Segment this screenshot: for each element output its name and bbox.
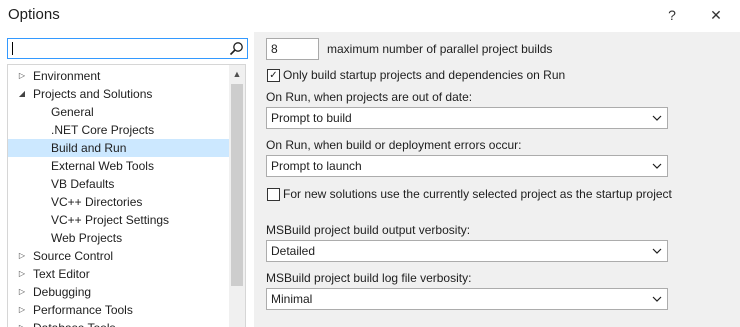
tree-item-label: VC++ Project Settings (51, 213, 170, 227)
tree-item-label: External Web Tools (51, 159, 154, 173)
expand-arrow-icon[interactable]: ▷ (17, 247, 27, 265)
expand-arrow-icon[interactable]: ▷ (17, 67, 27, 85)
chevron-down-icon (652, 248, 662, 254)
parallel-builds-label: maximum number of parallel project build… (327, 42, 553, 56)
search-input[interactable] (7, 38, 248, 59)
build-errors-value: Prompt to launch (271, 159, 362, 173)
scroll-up-icon[interactable]: ▲ (229, 67, 245, 81)
tree-item[interactable]: Web Projects (8, 229, 230, 247)
expand-arrow-icon[interactable]: ▷ (17, 283, 27, 301)
new-solutions-label: For new solutions use the currently sele… (283, 187, 672, 201)
output-verbosity-select[interactable]: Detailed (266, 240, 668, 262)
tree-item[interactable]: ▷ Source Control (8, 247, 230, 265)
expand-arrow-icon (31, 229, 41, 247)
build-errors-label: On Run, when build or deployment errors … (266, 138, 522, 152)
window-title: Options (8, 6, 60, 23)
only-startup-checkbox[interactable]: ✓ (267, 69, 280, 82)
tree-item-label: Build and Run (51, 141, 127, 155)
tree-item[interactable]: Build and Run (8, 139, 230, 157)
tree-item[interactable]: ▷ Performance Tools (8, 301, 230, 319)
tree-items: ▷ Environment ◢ Projects and Solutions Gener… (8, 67, 230, 327)
new-solutions-checkbox[interactable] (267, 188, 280, 201)
collapse-arrow-icon[interactable]: ◢ (17, 85, 27, 103)
tree-item-label: VB Defaults (51, 177, 115, 191)
tree-item-label: Projects and Solutions (33, 87, 153, 101)
out-of-date-select[interactable]: Prompt to build (266, 107, 668, 129)
text-caret (12, 42, 13, 55)
chevron-down-icon (652, 115, 662, 121)
tree-item-label: Performance Tools (33, 303, 133, 317)
expand-arrow-icon[interactable]: ▷ (17, 301, 27, 319)
log-verbosity-label: MSBuild project build log file verbosity… (266, 271, 472, 285)
chevron-down-icon (652, 163, 662, 169)
options-tree: ▷ Environment ◢ Projects and Solutions Gener… (7, 64, 246, 327)
expand-arrow-icon (31, 175, 41, 193)
output-verbosity-label: MSBuild project build output verbosity: (266, 223, 471, 237)
tree-item[interactable]: ▷ Environment (8, 67, 230, 85)
search-icon[interactable] (229, 41, 244, 56)
title-bar: Options ? ✕ (0, 0, 740, 32)
scroll-thumb[interactable] (231, 84, 243, 286)
expand-arrow-icon (31, 193, 41, 211)
log-verbosity-value: Minimal (271, 292, 313, 306)
tree-item[interactable]: ▷ Debugging (8, 283, 230, 301)
close-button[interactable]: ✕ (703, 4, 729, 26)
checkmark-icon (268, 189, 279, 200)
tree-item[interactable]: ◢ Projects and Solutions (8, 85, 230, 103)
build-errors-select[interactable]: Prompt to launch (266, 155, 668, 177)
out-of-date-label: On Run, when projects are out of date: (266, 90, 473, 104)
tree-scrollbar[interactable]: ▲ (229, 65, 245, 327)
expand-arrow-icon[interactable]: ▷ (17, 319, 27, 327)
expand-arrow-icon (31, 211, 41, 229)
tree-item-label: Debugging (33, 285, 92, 299)
expand-arrow-icon (31, 121, 41, 139)
expand-arrow-icon (31, 157, 41, 175)
tree-item-label: .NET Core Projects (51, 123, 155, 137)
tree-item[interactable]: .NET Core Projects (8, 121, 230, 139)
tree-item[interactable]: General (8, 103, 230, 121)
tree-item[interactable]: ▷ Database Tools (8, 319, 230, 327)
parallel-builds-input[interactable]: 8 (266, 38, 319, 60)
tree-item[interactable]: ▷ Text Editor (8, 265, 230, 283)
output-verbosity-value: Detailed (271, 244, 316, 258)
expand-arrow-icon (31, 139, 41, 157)
tree-item[interactable]: VC++ Directories (8, 193, 230, 211)
tree-item-label: General (51, 105, 94, 119)
tree-item[interactable]: VB Defaults (8, 175, 230, 193)
tree-item-label: Environment (33, 69, 101, 83)
expand-arrow-icon[interactable]: ▷ (17, 265, 27, 283)
tree-item-label: VC++ Directories (51, 195, 143, 209)
tree-item-label: Source Control (33, 249, 114, 263)
help-button[interactable]: ? (659, 4, 685, 26)
tree-item[interactable]: External Web Tools (8, 157, 230, 175)
only-startup-label: Only build startup projects and dependen… (283, 68, 566, 82)
tree-item-label: Web Projects (51, 231, 123, 245)
tree-item-label: Text Editor (33, 267, 90, 281)
tree-item-label: Database Tools (33, 319, 116, 327)
expand-arrow-icon (31, 103, 41, 121)
out-of-date-value: Prompt to build (271, 111, 352, 125)
chevron-down-icon (652, 296, 662, 302)
log-verbosity-select[interactable]: Minimal (266, 288, 668, 310)
tree-item[interactable]: VC++ Project Settings (8, 211, 230, 229)
checkmark-icon: ✓ (269, 70, 278, 81)
